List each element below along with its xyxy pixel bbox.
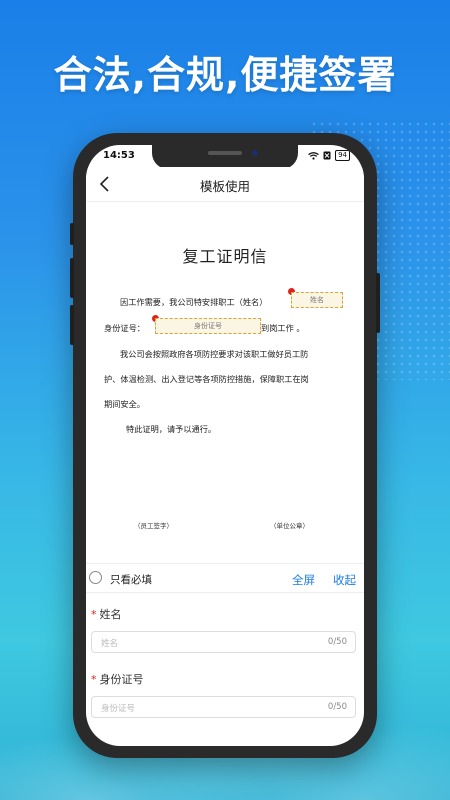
id-input[interactable]: 身份证号 0/50: [91, 696, 356, 718]
document-para-2-line-1: 我公司会按照政府各项防控要求对该职工做好员工防: [120, 349, 309, 359]
id-input-placeholder: 身份证号: [101, 704, 136, 714]
slogan-heading: 合法,合规,便捷签署: [53, 53, 397, 97]
document-line-2-prefix: 身份证号：: [104, 323, 145, 333]
document-preview: 复工证明信 因工作需要，我公司特安排职工（姓名） 姓名 身份证号： 身份证号 到…: [86, 202, 364, 562]
document-para-2-line-2: 护、体温检测、出入登记等各项防控措施，保障职工在岗: [104, 374, 309, 384]
navbar: 模板使用: [86, 167, 364, 202]
name-input-counter: 0/50: [327, 637, 347, 647]
speaker: [208, 151, 242, 155]
form-toolbar: 只看必填 全屏 收起: [86, 563, 364, 593]
required-star: *: [91, 608, 97, 621]
document-para-3: 特此证明，请予以通行。: [126, 424, 217, 434]
document-line-1: 因工作需要，我公司特安排职工（姓名）: [120, 297, 268, 307]
page-title: 模板使用: [199, 179, 250, 194]
document-para-2-line-3: 期间安全。: [104, 399, 145, 409]
id-input-counter: 0/50: [327, 702, 347, 712]
document-title: 复工证明信: [182, 247, 268, 266]
only-required-label[interactable]: 只看必填: [110, 572, 152, 587]
camera: [252, 150, 258, 156]
phone-frame: 14:53 94 模板使用 复工证明信 因工作需要，我公司特安排职工（姓名） 姓…: [70, 133, 380, 758]
phone-volume-up: [70, 258, 74, 298]
signature-employee: （员工签字）: [134, 522, 173, 530]
name-input[interactable]: 姓名 0/50: [91, 631, 356, 653]
phone-side-button: [70, 223, 74, 245]
phone-volume-down: [70, 305, 74, 345]
id-field-box[interactable]: 身份证号: [155, 318, 261, 334]
phone-power-button: [376, 273, 380, 333]
id-field-label: * 身份证号: [91, 671, 144, 687]
battery-indicator: 94: [335, 150, 350, 161]
document-line-2-suffix: 到岗工作 。: [261, 323, 305, 333]
sim-icon: [323, 151, 331, 160]
signature-company-seal: （单位公章）: [270, 522, 309, 530]
name-field-box[interactable]: 姓名: [291, 292, 343, 308]
status-icons: 94: [308, 150, 350, 161]
name-input-placeholder: 姓名: [101, 639, 119, 649]
phone-screen: 14:53 94 模板使用 复工证明信 因工作需要，我公司特安排职工（姓名） 姓…: [86, 145, 364, 746]
id-label-text: 身份证号: [99, 673, 144, 686]
wifi-icon: [308, 151, 319, 160]
collapse-button[interactable]: 收起: [333, 572, 356, 588]
only-required-radio[interactable]: [89, 571, 102, 584]
fullscreen-button[interactable]: 全屏: [292, 572, 315, 588]
status-time: 14:53: [103, 150, 135, 161]
name-label-text: 姓名: [99, 608, 122, 621]
required-star: *: [91, 673, 97, 686]
notch: [152, 145, 298, 169]
name-field-label: * 姓名: [91, 606, 122, 622]
